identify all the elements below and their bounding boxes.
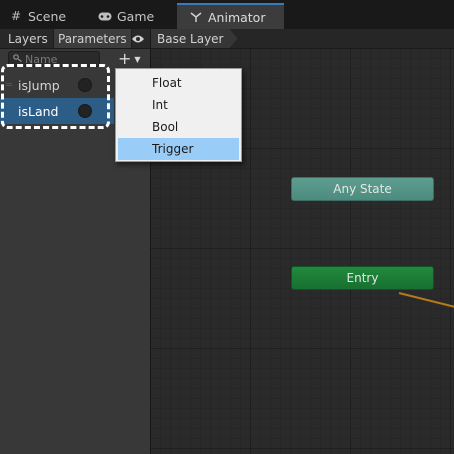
window-tab-bar: # Scene Game Animator [0, 0, 454, 30]
gamepad-icon [98, 12, 112, 21]
tab-parameters[interactable]: Parameters [53, 29, 132, 48]
parameter-row-island[interactable]: isLand [0, 98, 114, 124]
parameter-name: isLand [18, 103, 59, 119]
tab-game-label: Game [117, 8, 155, 24]
plus-icon: + [118, 49, 132, 68]
parameter-name: isJump [18, 77, 60, 93]
grid-icon: # [10, 9, 22, 23]
eye-icon[interactable] [128, 29, 148, 48]
tab-scene[interactable]: # Scene [9, 3, 66, 29]
parameter-row-isjump[interactable]: ═ isJump [0, 72, 114, 98]
search-field[interactable] [8, 51, 100, 67]
transition-arrow[interactable] [398, 292, 454, 311]
tab-animator[interactable]: Animator [177, 3, 284, 29]
menu-item-float[interactable]: Float [118, 72, 239, 94]
drag-handle-icon[interactable]: ═ [0, 80, 18, 91]
chevron-down-icon: ▼ [134, 54, 141, 64]
add-parameter-button[interactable]: + ▼ [118, 49, 141, 68]
breadcrumb-base-layer[interactable]: Base Layer [151, 29, 238, 48]
menu-item-bool[interactable]: Bool [118, 116, 239, 138]
parameter-trigger-toggle[interactable] [78, 104, 92, 118]
any-state-node[interactable]: Any State [291, 177, 434, 201]
tab-layers[interactable]: Layers [4, 29, 52, 48]
parameter-type-menu: Float Int Bool Trigger [115, 68, 242, 162]
search-icon [13, 53, 22, 65]
animator-icon [189, 11, 203, 23]
tab-scene-label: Scene [28, 8, 67, 24]
tab-animator-label: Animator [208, 9, 266, 25]
entry-node[interactable]: Entry [291, 266, 434, 290]
menu-item-trigger[interactable]: Trigger [118, 138, 239, 160]
tab-game[interactable]: Game [98, 3, 154, 29]
search-input[interactable] [25, 52, 95, 66]
breadcrumb: Base Layer [151, 29, 454, 49]
parameters-toolbar: Layers Parameters [0, 29, 150, 49]
menu-item-int[interactable]: Int [118, 94, 239, 116]
parameter-trigger-toggle[interactable] [78, 78, 92, 92]
